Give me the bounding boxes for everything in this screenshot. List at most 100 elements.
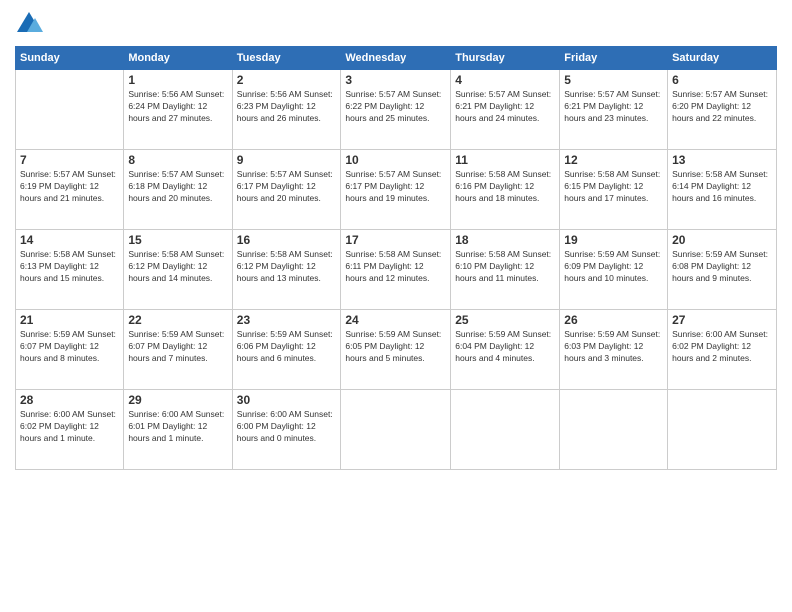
cell-info-text: Sunrise: 5:57 AM Sunset: 6:21 PM Dayligh… [455, 89, 555, 125]
cell-day-number: 26 [564, 313, 663, 327]
cell-day-number: 25 [455, 313, 555, 327]
week-row-1: 7 Sunrise: 5:57 AM Sunset: 6:19 PM Daylig… [16, 150, 777, 230]
calendar-cell: 6 Sunrise: 5:57 AM Sunset: 6:20 PM Daylig… [668, 70, 777, 150]
week-row-4: 28Sunrise: 6:00 AM Sunset: 6:02 PM Dayli… [16, 390, 777, 470]
cell-day-number: 23 [237, 313, 337, 327]
calendar-cell [668, 390, 777, 470]
calendar-cell: 21 Sunrise: 5:59 AM Sunset: 6:07 PM Dayli… [16, 310, 124, 390]
cell-day-number: 13 [672, 153, 772, 167]
calendar: SundayMondayTuesdayWednesdayThursdayFrid… [15, 46, 777, 470]
cell-day-number: 20 [672, 233, 772, 247]
calendar-cell [16, 70, 124, 150]
cell-info-text: Sunrise: 5:56 AM Sunset: 6:23 PM Dayligh… [237, 89, 337, 125]
cell-day-number: 22 [128, 313, 227, 327]
cell-info-text: Sunrise: 6:00 AM Sunset: 6:02 PM Dayligh… [672, 329, 772, 365]
day-header-wednesday: Wednesday [341, 47, 451, 70]
cell-info-text: Sunrise: 5:57 AM Sunset: 6:17 PM Dayligh… [237, 169, 337, 205]
cell-info-text: Sunrise: 5:58 AM Sunset: 6:16 PM Dayligh… [455, 169, 555, 205]
calendar-cell: 14 Sunrise: 5:58 AM Sunset: 6:13 PM Dayli… [16, 230, 124, 310]
cell-info-text: Sunrise: 5:58 AM Sunset: 6:12 PM Dayligh… [237, 249, 337, 285]
cell-day-number: 17 [345, 233, 446, 247]
cell-day-number: 15 [128, 233, 227, 247]
logo [15, 10, 45, 38]
cell-info-text: Sunrise: 5:58 AM Sunset: 6:11 PM Dayligh… [345, 249, 446, 285]
cell-day-number: 14 [20, 233, 119, 247]
cell-day-number: 6 [672, 73, 772, 87]
calendar-cell: 2 Sunrise: 5:56 AM Sunset: 6:23 PM Daylig… [232, 70, 341, 150]
calendar-cell: 5 Sunrise: 5:57 AM Sunset: 6:21 PM Daylig… [560, 70, 668, 150]
calendar-cell: 19 Sunrise: 5:59 AM Sunset: 6:09 PM Dayli… [560, 230, 668, 310]
calendar-cell [451, 390, 560, 470]
calendar-cell: 4 Sunrise: 5:57 AM Sunset: 6:21 PM Daylig… [451, 70, 560, 150]
cell-info-text: Sunrise: 5:58 AM Sunset: 6:14 PM Dayligh… [672, 169, 772, 205]
calendar-cell: 8Sunrise: 5:57 AM Sunset: 6:18 PM Daylig… [124, 150, 232, 230]
cell-info-text: Sunrise: 5:57 AM Sunset: 6:21 PM Dayligh… [564, 89, 663, 125]
calendar-cell: 1 Sunrise: 5:56 AM Sunset: 6:24 PM Daylig… [124, 70, 232, 150]
calendar-cell: 18 Sunrise: 5:58 AM Sunset: 6:10 PM Dayli… [451, 230, 560, 310]
cell-day-number: 29 [128, 393, 227, 407]
calendar-cell: 30 Sunrise: 6:00 AM Sunset: 6:00 PM Dayli… [232, 390, 341, 470]
cell-info-text: Sunrise: 5:58 AM Sunset: 6:10 PM Dayligh… [455, 249, 555, 285]
cell-day-number: 30 [237, 393, 337, 407]
cell-day-number: 19 [564, 233, 663, 247]
cell-info-text: Sunrise: 5:59 AM Sunset: 6:05 PM Dayligh… [345, 329, 446, 365]
calendar-cell: 29 Sunrise: 6:00 AM Sunset: 6:01 PM Dayli… [124, 390, 232, 470]
calendar-cell: 28Sunrise: 6:00 AM Sunset: 6:02 PM Dayli… [16, 390, 124, 470]
day-header-sunday: Sunday [16, 47, 124, 70]
cell-day-number: 18 [455, 233, 555, 247]
calendar-cell: 7 Sunrise: 5:57 AM Sunset: 6:19 PM Daylig… [16, 150, 124, 230]
cell-day-number: 4 [455, 73, 555, 87]
day-header-tuesday: Tuesday [232, 47, 341, 70]
cell-day-number: 9 [237, 153, 337, 167]
calendar-cell: 16 Sunrise: 5:58 AM Sunset: 6:12 PM Dayli… [232, 230, 341, 310]
calendar-cell: 10 Sunrise: 5:57 AM Sunset: 6:17 PM Dayli… [341, 150, 451, 230]
cell-info-text: Sunrise: 5:58 AM Sunset: 6:12 PM Dayligh… [128, 249, 227, 285]
week-row-2: 14 Sunrise: 5:58 AM Sunset: 6:13 PM Dayli… [16, 230, 777, 310]
cell-info-text: Sunrise: 5:59 AM Sunset: 6:03 PM Dayligh… [564, 329, 663, 365]
cell-day-number: 16 [237, 233, 337, 247]
calendar-cell: 12Sunrise: 5:58 AM Sunset: 6:15 PM Dayli… [560, 150, 668, 230]
calendar-cell [341, 390, 451, 470]
cell-info-text: Sunrise: 6:00 AM Sunset: 6:01 PM Dayligh… [128, 409, 227, 445]
week-row-0: 1 Sunrise: 5:56 AM Sunset: 6:24 PM Daylig… [16, 70, 777, 150]
cell-day-number: 2 [237, 73, 337, 87]
calendar-cell: 3Sunrise: 5:57 AM Sunset: 6:22 PM Daylig… [341, 70, 451, 150]
cell-day-number: 7 [20, 153, 119, 167]
cell-info-text: Sunrise: 5:59 AM Sunset: 6:09 PM Dayligh… [564, 249, 663, 285]
calendar-cell: 20 Sunrise: 5:59 AM Sunset: 6:08 PM Dayli… [668, 230, 777, 310]
day-header-thursday: Thursday [451, 47, 560, 70]
cell-info-text: Sunrise: 5:57 AM Sunset: 6:22 PM Dayligh… [345, 89, 446, 125]
cell-day-number: 24 [345, 313, 446, 327]
cell-day-number: 8 [128, 153, 227, 167]
cell-info-text: Sunrise: 6:00 AM Sunset: 6:00 PM Dayligh… [237, 409, 337, 445]
cell-day-number: 28 [20, 393, 119, 407]
week-row-3: 21 Sunrise: 5:59 AM Sunset: 6:07 PM Dayli… [16, 310, 777, 390]
calendar-cell: 26 Sunrise: 5:59 AM Sunset: 6:03 PM Dayli… [560, 310, 668, 390]
calendar-cell: 25 Sunrise: 5:59 AM Sunset: 6:04 PM Dayli… [451, 310, 560, 390]
cell-day-number: 21 [20, 313, 119, 327]
header [15, 10, 777, 38]
calendar-cell: 9 Sunrise: 5:57 AM Sunset: 6:17 PM Daylig… [232, 150, 341, 230]
cell-day-number: 27 [672, 313, 772, 327]
cell-info-text: Sunrise: 5:58 AM Sunset: 6:15 PM Dayligh… [564, 169, 663, 205]
cell-info-text: Sunrise: 5:57 AM Sunset: 6:17 PM Dayligh… [345, 169, 446, 205]
cell-day-number: 10 [345, 153, 446, 167]
cell-info-text: Sunrise: 5:59 AM Sunset: 6:08 PM Dayligh… [672, 249, 772, 285]
cell-info-text: Sunrise: 5:59 AM Sunset: 6:04 PM Dayligh… [455, 329, 555, 365]
day-header-saturday: Saturday [668, 47, 777, 70]
cell-day-number: 5 [564, 73, 663, 87]
day-header-friday: Friday [560, 47, 668, 70]
day-header-monday: Monday [124, 47, 232, 70]
cell-info-text: Sunrise: 5:58 AM Sunset: 6:13 PM Dayligh… [20, 249, 119, 285]
cell-info-text: Sunrise: 5:57 AM Sunset: 6:20 PM Dayligh… [672, 89, 772, 125]
cell-info-text: Sunrise: 5:59 AM Sunset: 6:07 PM Dayligh… [20, 329, 119, 365]
cell-day-number: 1 [128, 73, 227, 87]
cell-info-text: Sunrise: 5:56 AM Sunset: 6:24 PM Dayligh… [128, 89, 227, 125]
calendar-header-row: SundayMondayTuesdayWednesdayThursdayFrid… [16, 47, 777, 70]
calendar-cell: 23 Sunrise: 5:59 AM Sunset: 6:06 PM Dayli… [232, 310, 341, 390]
cell-info-text: Sunrise: 5:59 AM Sunset: 6:06 PM Dayligh… [237, 329, 337, 365]
cell-info-text: Sunrise: 5:57 AM Sunset: 6:19 PM Dayligh… [20, 169, 119, 205]
cell-info-text: Sunrise: 5:59 AM Sunset: 6:07 PM Dayligh… [128, 329, 227, 365]
calendar-cell: 15 Sunrise: 5:58 AM Sunset: 6:12 PM Dayli… [124, 230, 232, 310]
cell-day-number: 11 [455, 153, 555, 167]
